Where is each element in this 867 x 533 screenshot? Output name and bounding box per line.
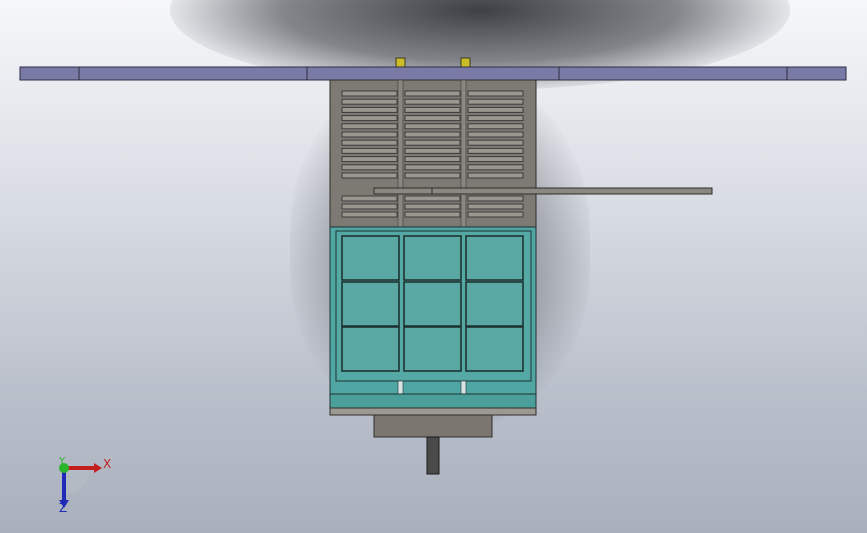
vent-slot bbox=[341, 90, 398, 97]
vent-slot bbox=[467, 156, 524, 163]
grid-cell bbox=[341, 281, 400, 327]
grid-cell bbox=[403, 281, 462, 327]
vent-slot bbox=[467, 164, 524, 171]
vent-slot bbox=[404, 147, 461, 154]
grid-cell bbox=[465, 235, 524, 281]
vent-slot bbox=[467, 147, 524, 154]
solar-panel-array[interactable] bbox=[19, 66, 847, 81]
vent-slot bbox=[341, 139, 398, 146]
vent-slot bbox=[341, 164, 398, 171]
vent-slot bbox=[404, 98, 461, 105]
vent-slot bbox=[404, 156, 461, 163]
shaft[interactable] bbox=[426, 436, 440, 475]
grid-cell bbox=[341, 326, 400, 372]
vent-slot bbox=[341, 106, 398, 113]
vent-slot bbox=[341, 131, 398, 138]
vent-slot bbox=[404, 211, 461, 218]
mount-base[interactable] bbox=[373, 414, 493, 438]
vent-slot bbox=[341, 156, 398, 163]
grid-cell bbox=[403, 326, 462, 372]
grid-cell bbox=[465, 326, 524, 372]
vent-slot bbox=[404, 106, 461, 113]
vent-slot bbox=[341, 147, 398, 154]
vent-slot bbox=[467, 139, 524, 146]
triad-quadrant bbox=[64, 468, 90, 494]
connector-right bbox=[460, 57, 471, 68]
grid-cell bbox=[465, 281, 524, 327]
vent-slot bbox=[341, 203, 398, 210]
grid-cell bbox=[403, 235, 462, 281]
vent-slot bbox=[341, 115, 398, 122]
vent-slot bbox=[467, 106, 524, 113]
vent-slot bbox=[467, 211, 524, 218]
vent-slot bbox=[404, 90, 461, 97]
vent-slot bbox=[341, 123, 398, 130]
vent-slot bbox=[467, 131, 524, 138]
vent-slot bbox=[341, 172, 398, 179]
vent-slot bbox=[404, 131, 461, 138]
vent-slot bbox=[404, 172, 461, 179]
vent-slot bbox=[404, 195, 461, 202]
vent-slot bbox=[404, 203, 461, 210]
model-canvas bbox=[19, 57, 847, 475]
cell-grid bbox=[341, 235, 524, 372]
vent-slot bbox=[404, 123, 461, 130]
vent-slot bbox=[467, 123, 524, 130]
vent-slot bbox=[341, 195, 398, 202]
antenna-boom[interactable] bbox=[373, 187, 713, 195]
teal-body[interactable] bbox=[329, 226, 537, 416]
x-arrowhead-icon bbox=[94, 463, 102, 473]
vent-slot bbox=[467, 98, 524, 105]
grid-cell bbox=[341, 235, 400, 281]
vent-slot bbox=[467, 115, 524, 122]
vent-slot bbox=[341, 98, 398, 105]
vent-housing[interactable] bbox=[329, 79, 537, 228]
vent-slot bbox=[467, 195, 524, 202]
vent-slot bbox=[467, 90, 524, 97]
vent-slot bbox=[341, 211, 398, 218]
cad-viewport[interactable]: X Y Z bbox=[0, 0, 867, 533]
x-axis-label: X bbox=[103, 457, 112, 471]
vent-slot bbox=[404, 164, 461, 171]
vent-slot bbox=[404, 139, 461, 146]
vent-slot bbox=[467, 172, 524, 179]
connector-left bbox=[395, 57, 406, 68]
vent-slot bbox=[404, 115, 461, 122]
y-axis-label: Y bbox=[59, 456, 66, 467]
vent-slot bbox=[467, 203, 524, 210]
z-axis-label: Z bbox=[59, 501, 68, 515]
